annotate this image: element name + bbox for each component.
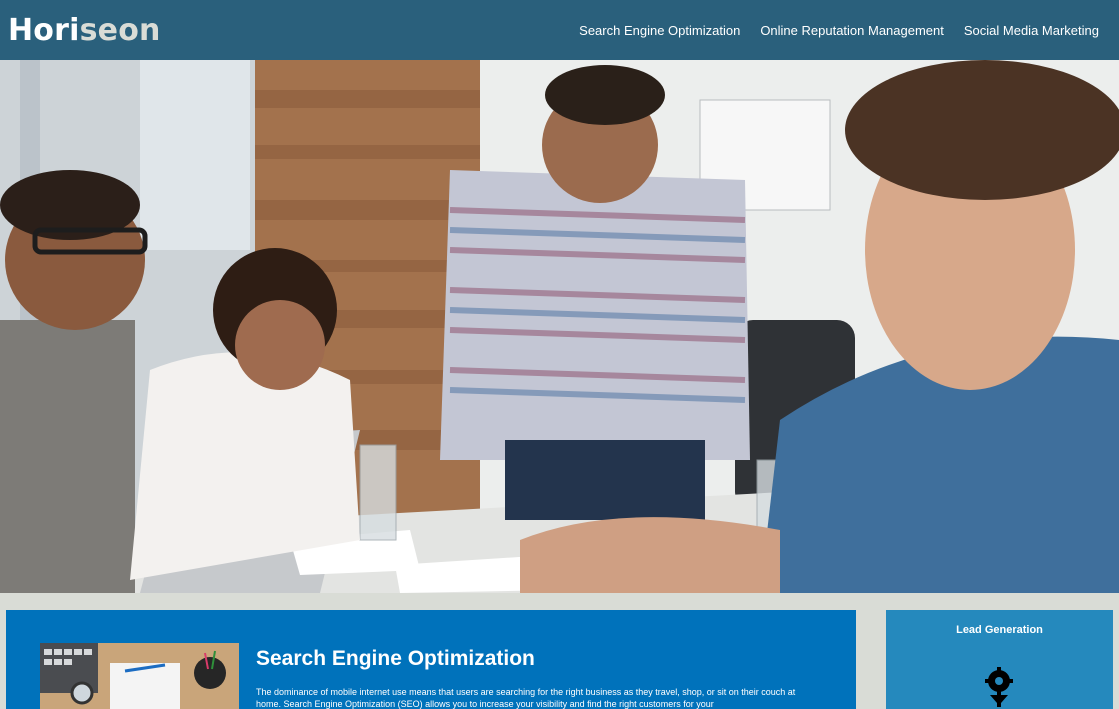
logo[interactable]: Horiseon [8, 13, 161, 48]
nav-link-reputation[interactable]: Online Reputation Management [760, 23, 944, 38]
seo-thumbnail-image [40, 643, 239, 709]
seo-section-title: Search Engine Optimization [256, 647, 535, 670]
seo-section: Search Engine Optimization The dominance… [6, 610, 856, 709]
nav-link-social-media[interactable]: Social Media Marketing [964, 23, 1099, 38]
site-header: Horiseon Search Engine Optimization Onli… [0, 0, 1119, 60]
main-nav: Search Engine Optimization Online Reputa… [559, 0, 1111, 60]
hero-image [0, 60, 1119, 593]
seo-section-text: The dominance of mobile internet use mea… [256, 687, 796, 709]
nav-link-seo[interactable]: Search Engine Optimization [579, 23, 740, 38]
logo-accent-text: seon [79, 12, 161, 48]
logo-main-text: Hori [8, 12, 80, 48]
lead-generation-icon [985, 667, 1013, 707]
sidebar-lead-generation: Lead Generation [886, 610, 1113, 709]
hero-photo-illustration [0, 60, 1119, 593]
lead-generation-title: Lead Generation [956, 624, 1043, 636]
